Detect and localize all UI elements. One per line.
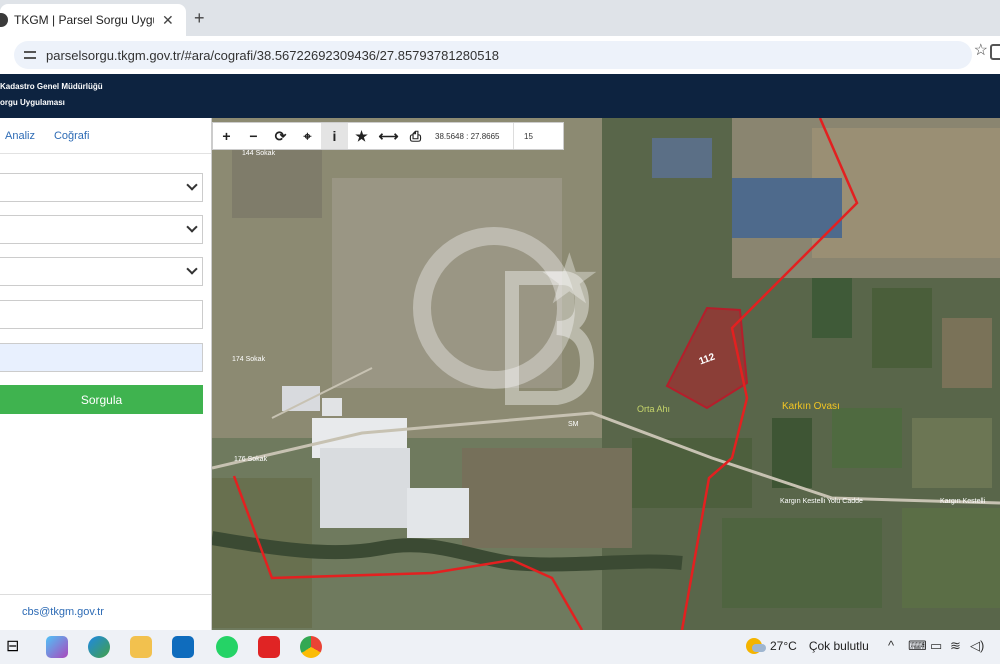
app-name: orgu Uygulaması [0,98,65,107]
parcel-input[interactable] [0,343,203,372]
place-label-secondary: Orta Ahı [637,404,671,414]
url-text[interactable]: parselsorgu.tkgm.gov.tr/#ara/cografi/38.… [46,48,499,63]
tab-title: TKGM | Parsel Sorgu Uygulaması [14,13,154,27]
bookmark-star-icon[interactable]: ☆ [974,40,988,60]
volume-icon[interactable]: ◁) [970,638,984,654]
map-toolbar: + − ⟳ ⌖ i ★ ⟷ ⎙ 38.5648 : 27.8665 15 [212,122,564,150]
sorgula-button[interactable]: Sorgula [0,385,203,414]
language-icon[interactable]: ⌨ [908,638,927,654]
copilot-icon[interactable] [46,636,68,658]
wifi-icon[interactable]: ≋ [950,638,961,654]
task-view-icon[interactable]: ⊟ [6,636,28,658]
refresh-icon[interactable]: ⟳ [267,123,294,149]
weather-widget[interactable]: 27°C Çok bulutlu [746,638,869,654]
measure-icon[interactable]: ⟷ [375,123,402,149]
road-label: 144 Sokak [242,150,276,157]
address-bar: parselsorgu.tkgm.gov.tr/#ara/cografi/38.… [0,36,1000,74]
footer-email-link[interactable]: cbs@tkgm.gov.tr [22,606,104,618]
chevron-down-icon [186,221,198,233]
tab-cografi[interactable]: Coğrafi [54,130,89,142]
road-label: 176 Sokak [234,456,268,463]
satellite-map[interactable]: ★ + − ⟳ ⌖ i ★ ⟷ ⎙ 38.5648 : 27.8665 15 1… [212,118,1000,630]
query-tabs: Analiz Coğrafi [0,118,211,154]
app-header: Kadastro Genel Müdürlüğü orgu Uygulaması [0,74,1000,118]
omnibox[interactable]: parselsorgu.tkgm.gov.tr/#ara/cografi/38.… [14,41,972,69]
print-icon[interactable]: ⎙ [402,123,429,149]
road-label: Kargın Kestelli [940,498,986,505]
chrome-icon[interactable] [300,636,322,658]
whatsapp-icon[interactable] [216,636,238,658]
locate-icon[interactable]: ⌖ [294,123,321,149]
org-name: Kadastro Genel Müdürlüğü [0,82,103,91]
watermark-star-icon: ★ [538,240,601,318]
chevron-down-icon [186,263,198,275]
zoom-out-icon[interactable]: − [240,123,267,149]
query-sidebar: Analiz Coğrafi Sorgula cbs@tkgm.gov.tr [0,118,212,630]
tab-close-icon[interactable]: ✕ [162,12,174,29]
site-favicon-icon [0,13,8,27]
browser-tab-bar: TKGM | Parsel Sorgu Uygulaması ✕ + [0,0,1000,36]
new-tab-icon[interactable]: + [194,8,205,29]
footer-divider [0,594,211,595]
info-icon[interactable]: i [321,123,348,149]
anydesk-icon[interactable] [258,636,280,658]
weather-condition: Çok bulutlu [808,639,869,653]
map-imagery [212,118,1000,630]
extension-icon[interactable] [990,44,1000,60]
taskbar: ⊟ 27°C Çok bulutlu ^ ⌨ ▭ ≋ ◁) [0,630,1000,664]
zoom-in-icon[interactable]: + [213,123,240,149]
road-label: 174 Sokak [232,356,266,363]
block-input[interactable] [0,300,203,329]
file-explorer-icon[interactable] [130,636,152,658]
favorite-star-icon[interactable]: ★ [348,123,375,149]
weather-icon [746,638,766,654]
road-label: Kargın Kestelli Yolu Cadde [780,498,863,505]
neighborhood-select[interactable] [0,257,203,286]
site-info-icon[interactable] [22,47,38,63]
battery-icon[interactable]: ▭ [930,638,942,654]
tab-analiz[interactable]: Analiz [5,130,35,142]
outlook-icon[interactable] [172,636,194,658]
coordinate-readout: 38.5648 : 27.8665 [435,131,500,141]
district-select[interactable] [0,215,203,244]
temperature: 27°C [770,639,797,653]
chevron-up-icon[interactable]: ^ [888,638,894,653]
browser-tab[interactable]: TKGM | Parsel Sorgu Uygulaması ✕ [0,4,186,36]
province-select[interactable] [0,173,203,202]
road-label: SM [568,421,579,428]
edge-icon[interactable] [88,636,110,658]
place-label: Karkın Ovası [782,401,840,412]
chevron-down-icon [186,179,198,191]
zoom-level: 15 [513,123,533,149]
